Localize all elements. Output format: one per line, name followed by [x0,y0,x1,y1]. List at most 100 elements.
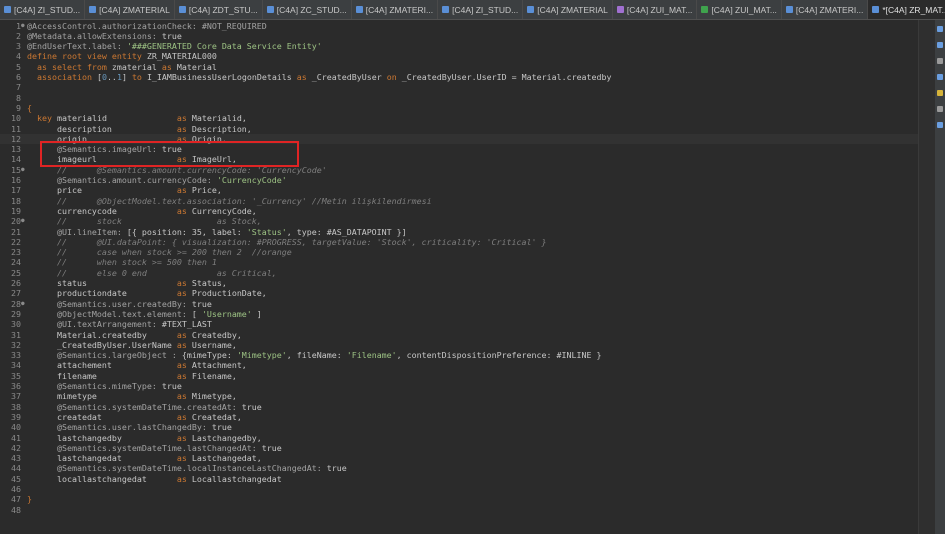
code-line[interactable]: 33 @Semantics.largeObject : {mimeType: '… [0,350,918,360]
editor-tab[interactable]: [C4A] ZI_STUD... [0,0,86,19]
code-line[interactable]: 34 attachement as Attachment, [0,360,918,370]
code-line[interactable]: 19 currencycode as CurrencyCode, [0,206,918,216]
code-line[interactable]: 47} [0,494,918,504]
code-text: filename as Filename, [27,371,237,381]
code-line[interactable]: 39 createdat as Createdat, [0,412,918,422]
code-token: attachement [27,360,177,371]
code-line[interactable]: 2 @Metadata.allowExtensions: true [0,31,918,41]
code-line[interactable]: 11 description as Description, [0,124,918,134]
code-token: true [261,442,282,453]
code-line[interactable]: 17 price as Price, [0,185,918,195]
line-number: 41 [11,432,21,443]
code-token: [ [191,308,202,319]
feed-reader-icon[interactable] [937,122,943,128]
code-token: @Semantics.largeObject : [27,350,182,361]
code-token: 'Username' [201,308,252,319]
code-token: Locallastchangedat [191,473,282,484]
line-number: 14 [11,154,21,165]
line-number: 45 [11,473,21,484]
editor-tab[interactable]: [C4A] ZDT_STU... [175,0,263,19]
code-line[interactable]: 28 ● @Semantics.user.createdBy: true [0,299,918,309]
code-line[interactable]: 42 @Semantics.systemDateTime.lastChanged… [0,443,918,453]
editor-tab[interactable]: [C4A] ZMATERI... [352,0,439,19]
code-line[interactable]: 20 ● // stock as Stock, [0,216,918,226]
outline-view-icon[interactable] [937,26,943,32]
code-token: materialid [56,113,177,124]
code-line[interactable]: 31 Material.createdby as Createdby, [0,330,918,340]
code-text: { [27,103,32,113]
code-line[interactable]: 5 as select from zmaterial as Material [0,62,918,72]
code-line[interactable]: 4 define root view entity ZR_MATERIAL000 [0,51,918,61]
code-token: as [176,339,192,350]
code-line[interactable]: 35 filename as Filename, [0,371,918,381]
tab-label: [C4A] ZMATERI... [365,4,434,15]
code-line[interactable]: 43 lastchangedat as Lastchangedat, [0,453,918,463]
code-line[interactable]: 41 lastchangedby as Lastchangedby, [0,433,918,443]
code-line[interactable]: 9{ [0,103,918,113]
code-line[interactable]: 46 [0,484,918,494]
code-line[interactable]: 27 productiondate as ProductionDate, [0,288,918,298]
code-token: Material [176,61,217,72]
editor-tab[interactable]: *[C4A] ZR_MAT...✕ [868,0,945,19]
code-line[interactable]: 44 @Semantics.systemDateTime.localInstan… [0,463,918,473]
code-line[interactable]: 38 @Semantics.systemDateTime.createdAt: … [0,402,918,412]
code-line[interactable]: 26 status as Status, [0,278,918,288]
editor-tab[interactable]: [C4A] ZMATERIAL [523,0,613,19]
code-line[interactable]: 25 // else 0 end as Critical, [0,268,918,278]
editor-tab[interactable]: [C4A] ZMATERIAL [85,0,175,19]
fold-marker-icon[interactable]: ● [21,21,26,31]
code-line[interactable]: 7 [0,82,918,92]
overview-ruler[interactable] [918,20,936,534]
properties-view-icon[interactable] [937,42,943,48]
editor-tab[interactable]: [C4A] ZUI_MAT... [613,0,698,19]
code-line[interactable]: 45 locallastchangedat as Locallastchange… [0,474,918,484]
code-line[interactable]: 36 @Semantics.mimeType: true [0,381,918,391]
fold-marker-icon[interactable]: ● [21,216,26,226]
code-token: as [176,123,192,134]
code-line[interactable]: 30 @UI.textArrangement: #TEXT_LAST [0,319,918,329]
code-line[interactable]: 22 // @UI.dataPoint: { visualization: #P… [0,237,918,247]
code-token: Price, [191,185,222,196]
fold-marker-icon[interactable]: ● [21,165,26,175]
editor-tab[interactable]: [C4A] ZMATERI... [782,0,869,19]
code-token: // @UI.dataPoint: { visualization: #PROG… [27,236,547,247]
console-view-icon[interactable] [937,106,943,112]
code-line[interactable]: 32 _CreatedByUser.UserName as Username, [0,340,918,350]
code-token: define root view entity [27,51,147,62]
code-line[interactable]: 6 association [0..1] to I_IAMBusinessUse… [0,72,918,82]
code-token: as [176,329,192,340]
service-icon [701,6,709,13]
editor-tab[interactable]: [C4A] ZUI_MAT... [697,0,782,19]
code-text: locallastchangedat as Locallastchangedat [27,474,282,484]
editor-tab[interactable]: [C4A] ZC_STUD... [263,0,352,19]
code-text: @EndUserText.label: '###GENERATED Core D… [27,41,322,51]
tab-label: [C4A] ZC_STUD... [276,4,347,15]
code-line[interactable]: 23 // case when stock >= 200 then 2 //or… [0,247,918,257]
code-editor[interactable]: 1 ● @AccessControl.authorizationCheck: #NO… [0,20,918,534]
code-token: // else 0 end as Critical, [27,267,277,278]
code-line[interactable]: 29 @ObjectModel.text.element: [ 'Usernam… [0,309,918,319]
code-token: { [27,102,32,113]
code-line[interactable]: 8 [0,93,918,103]
fold-marker-icon[interactable]: ● [21,299,26,309]
editor-tab[interactable]: [C4A] ZI_STUD... [438,0,524,19]
code-token: , contentDispositionPreference: #INLINE … [396,350,602,361]
code-line[interactable]: 16 @Semantics.amount.currencyCode: 'Curr… [0,175,918,185]
code-line[interactable]: 1 ● @AccessControl.authorizationCheck: #NO… [0,21,918,31]
code-line[interactable]: 3 @EndUserText.label: '###GENERATED Core … [0,41,918,51]
bookmarks-view-icon[interactable] [937,90,943,96]
code-line[interactable]: 24 // when stock >= 500 then 1 [0,257,918,267]
code-line[interactable]: 48 [0,505,918,515]
problems-view-icon[interactable] [937,58,943,64]
code-line[interactable]: 18 // @ObjectModel.text.association: '_C… [0,196,918,206]
code-line[interactable]: 21 @UI.lineItem: [{ position: 35, label:… [0,227,918,237]
code-line[interactable]: 40 @Semantics.user.lastChangedBy: true [0,422,918,432]
search-view-icon[interactable] [937,74,943,80]
code-text: @Semantics.mimeType: true [27,381,182,391]
code-token: } [27,494,32,505]
code-token: true [211,422,232,433]
code-line[interactable]: 37 mimetype as Mimetype, [0,391,918,401]
line-number: 15 [11,164,21,175]
code-line[interactable]: 10 key materialid as Materialid, [0,113,918,123]
line-number: 34 [11,360,21,371]
